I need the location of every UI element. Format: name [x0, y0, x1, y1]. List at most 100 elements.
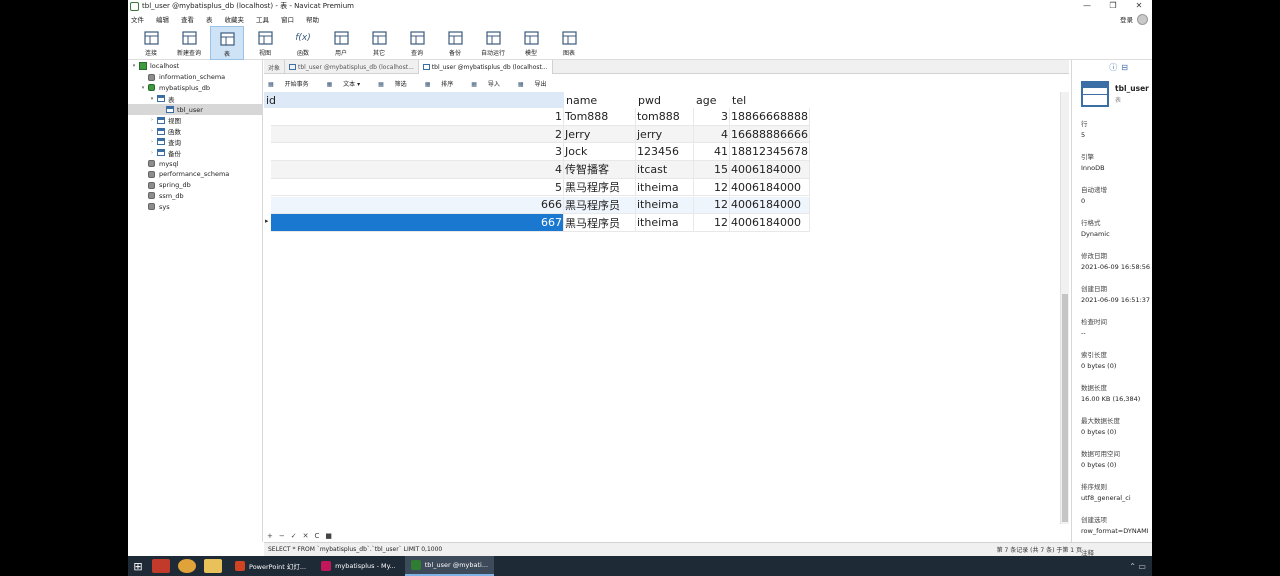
tab-table-data[interactable]: tbl_user @mybatisplus_db (localhost...	[285, 60, 419, 74]
nav-item-[interactable]: › 函数	[128, 126, 262, 137]
cell-name[interactable]: Tom888	[564, 108, 636, 126]
cell-name[interactable]: 传智播客	[564, 161, 636, 179]
cell-tel[interactable]: 4006184000	[730, 178, 810, 197]
cell-name[interactable]: Jerry	[564, 125, 636, 144]
nav-item-[interactable]: › 查询	[128, 137, 262, 148]
scrollbar-thumb[interactable]	[1062, 294, 1068, 522]
cell-tel[interactable]: 4006184000	[730, 214, 810, 232]
cell-pwd[interactable]: itheima	[636, 178, 694, 197]
subtoolbar-button[interactable]: ▦ 导入	[471, 79, 509, 88]
tab-objects[interactable]: 对象	[264, 60, 286, 74]
expand-toggle-icon[interactable]: ›	[148, 150, 156, 156]
minimize-icon[interactable]: —	[1074, 0, 1100, 12]
cell-tel[interactable]: 4006184000	[730, 161, 810, 179]
nav-item-sys[interactable]: sys	[128, 201, 262, 212]
expand-toggle-icon[interactable]: ›	[148, 117, 156, 123]
cell-age[interactable]: 41	[694, 143, 730, 162]
info-icon[interactable]: ⓘ	[1109, 62, 1117, 73]
column-header-tel[interactable]: tel	[730, 92, 810, 108]
menu-item[interactable]: 编辑	[156, 14, 169, 24]
menu-item[interactable]: 窗口	[281, 14, 294, 24]
cell-tel[interactable]: 18812345678	[730, 143, 810, 162]
nav-item-ssm_db[interactable]: ssm_db	[128, 191, 262, 202]
table-row[interactable]: ▸ 667 黑马程序员 itheima 12 4006184000	[264, 214, 811, 232]
toolbar-button[interactable]: 表	[210, 26, 244, 60]
avatar-icon[interactable]	[1137, 13, 1148, 25]
close-icon[interactable]: ✕	[1126, 0, 1152, 12]
table-row[interactable]: 666 黑马程序员 itheima 12 4006184000	[264, 196, 811, 215]
column-header-name[interactable]: name	[564, 92, 636, 108]
cell-age[interactable]: 15	[694, 161, 730, 179]
menu-item[interactable]: 文件	[131, 14, 144, 24]
tab-table-data[interactable]: tbl_user @mybatisplus_db (localhost...	[418, 60, 553, 74]
menu-item[interactable]: 帮助	[306, 14, 319, 24]
cell-pwd[interactable]: jerry	[636, 125, 694, 144]
cell-pwd[interactable]: itcast	[636, 161, 694, 179]
cell-id[interactable]: 4	[271, 161, 564, 179]
ddl-icon[interactable]: ⊟	[1121, 63, 1128, 72]
cell-id[interactable]: 2	[271, 125, 564, 144]
toolbar-button[interactable]: 视图	[248, 26, 282, 60]
menu-item[interactable]: 收藏夹	[225, 14, 245, 24]
cell-pwd[interactable]: 123456	[636, 143, 694, 162]
nav-item-spring_db[interactable]: spring_db	[128, 180, 262, 191]
menu-item[interactable]: 查看	[181, 14, 194, 24]
toolbar-button[interactable]: 模型	[514, 26, 548, 60]
nav-item-[interactable]: › 备份	[128, 147, 262, 158]
nav-item-[interactable]: ▾ 表	[128, 93, 262, 104]
expand-toggle-icon[interactable]: ›	[148, 128, 156, 134]
cell-age[interactable]: 12	[694, 214, 730, 232]
column-header-age[interactable]: age	[694, 92, 730, 108]
cell-age[interactable]: 4	[694, 125, 730, 144]
toolbar-button[interactable]: 备份	[438, 26, 472, 60]
subtoolbar-button[interactable]: ▦ 排序	[425, 79, 463, 88]
cell-name[interactable]: 黑马程序员	[564, 214, 636, 232]
cell-pwd[interactable]: itheima	[636, 214, 694, 232]
toolbar-button[interactable]: 图表	[552, 26, 586, 60]
nav-item-information_schema[interactable]: information_schema	[128, 72, 262, 83]
pinned-app-icon[interactable]	[152, 559, 170, 573]
subtoolbar-button[interactable]: ▦ 开始事务	[268, 79, 318, 88]
toolbar-button[interactable]: 用户	[324, 26, 358, 60]
cell-age[interactable]: 12	[694, 196, 730, 215]
cell-age[interactable]: 3	[694, 108, 730, 126]
cell-id[interactable]: 1	[271, 108, 564, 126]
toolbar-button[interactable]: 其它	[362, 26, 396, 60]
apply-icon[interactable]: ✓	[291, 532, 297, 540]
cell-pwd[interactable]: itheima	[636, 196, 694, 215]
taskbar-app[interactable]: PowerPoint 幻灯...	[229, 556, 312, 576]
expand-toggle-icon[interactable]: ▾	[148, 96, 156, 102]
table-row[interactable]: 3 Jock 123456 41 18812345678	[264, 143, 811, 162]
subtoolbar-button[interactable]: ▦ 文本 ▾	[327, 79, 370, 88]
login-label[interactable]: 登录	[1120, 14, 1133, 24]
cell-name[interactable]: 黑马程序员	[564, 178, 636, 197]
cell-pwd[interactable]: tom888	[636, 108, 694, 126]
discard-icon[interactable]: ✕	[303, 532, 309, 540]
subtoolbar-button[interactable]: ▦ 筛选	[378, 79, 416, 88]
table-row[interactable]: 2 Jerry jerry 4 16688886666	[264, 125, 811, 144]
vertical-scrollbar[interactable]	[1060, 92, 1069, 524]
column-header-id[interactable]: id	[264, 92, 564, 108]
windows-start-icon[interactable]: ⊞	[128, 556, 148, 576]
stop-icon[interactable]: ■	[325, 532, 332, 540]
file-explorer-icon[interactable]	[204, 559, 222, 573]
system-tray[interactable]: ⌃ ▭	[1129, 562, 1146, 571]
taskbar-app[interactable]: mybatisplus - My...	[315, 556, 402, 576]
add-record-icon[interactable]: +	[267, 532, 273, 540]
cell-id[interactable]: 666	[271, 196, 564, 215]
menu-item[interactable]: 工具	[256, 14, 269, 24]
column-header-pwd[interactable]: pwd	[636, 92, 694, 108]
cell-age[interactable]: 12	[694, 178, 730, 197]
cell-id[interactable]: 5	[271, 178, 564, 197]
expand-toggle-icon[interactable]: ▾	[130, 63, 138, 69]
cell-name[interactable]: 黑马程序员	[564, 196, 636, 215]
expand-toggle-icon[interactable]: ›	[148, 139, 156, 145]
cell-id[interactable]: 667	[271, 214, 564, 232]
restore-icon[interactable]: ❐	[1100, 0, 1126, 12]
cell-tel[interactable]: 4006184000	[730, 196, 810, 215]
login-area[interactable]: 登录	[1120, 12, 1148, 26]
refresh-icon[interactable]: C	[315, 532, 320, 540]
chrome-icon[interactable]	[178, 559, 196, 573]
toolbar-button[interactable]: 自动运行	[476, 26, 510, 60]
toolbar-button[interactable]: 查询	[400, 26, 434, 60]
